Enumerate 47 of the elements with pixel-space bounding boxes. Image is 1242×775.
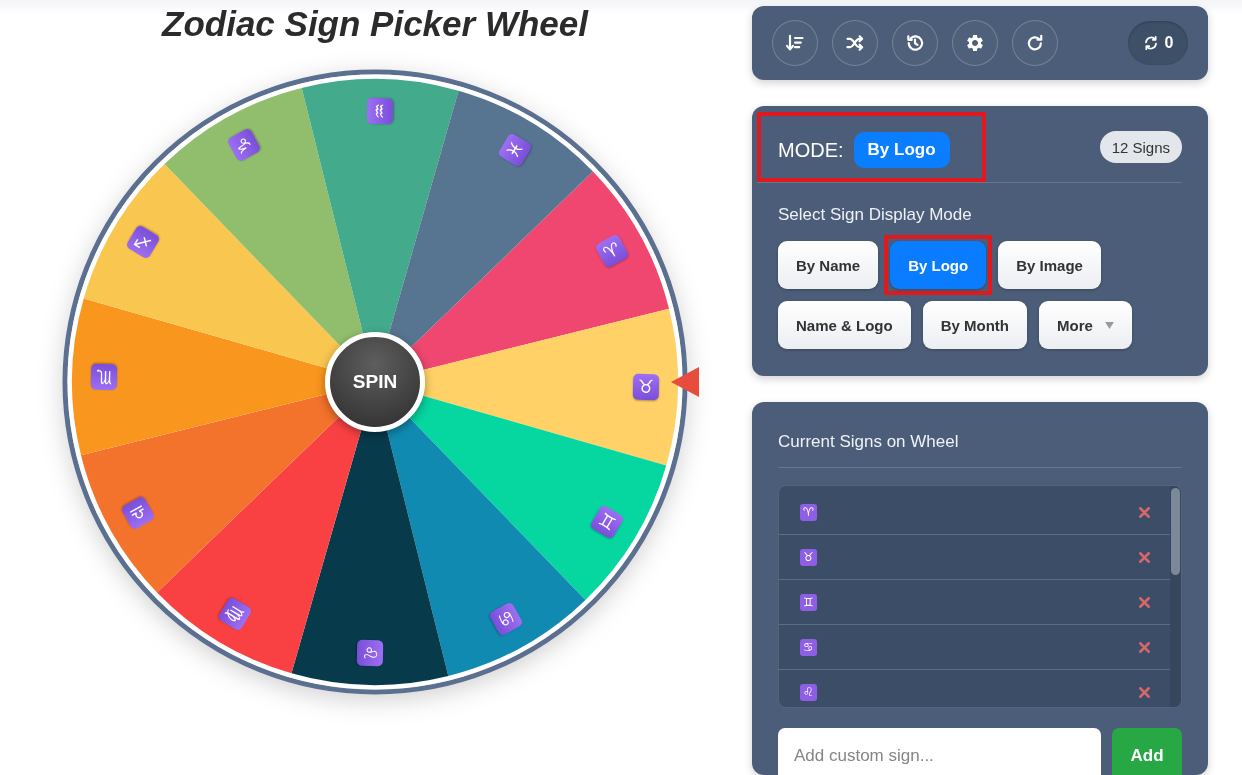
sort-button[interactable] [772, 20, 818, 66]
settings-icon [965, 33, 985, 53]
pointer-icon [671, 367, 699, 397]
mode-option-button[interactable]: By Name [778, 241, 879, 289]
caret-icon [1104, 321, 1114, 329]
mode-option-button[interactable]: By Logo [890, 241, 987, 289]
cross-icon [1139, 551, 1150, 563]
mode-label: MODE: [778, 138, 844, 162]
remove-button[interactable] [1139, 641, 1150, 653]
sign-symbol: ♈ [800, 503, 817, 521]
settings-button[interactable] [952, 20, 998, 66]
redo-button[interactable] [1012, 20, 1058, 66]
sign-symbol: ♌ [800, 683, 817, 701]
section-heading: Select Sign Display Mode [778, 205, 973, 225]
cross-icon [1139, 596, 1150, 608]
cross-icon [1139, 686, 1150, 698]
sync-icon [1142, 35, 1159, 51]
section-heading: Current Signs on Wheel [778, 432, 1182, 468]
remove-button[interactable] [1139, 596, 1150, 608]
mode-option-button[interactable]: By Month [922, 301, 1027, 349]
spin-count: 0 [1164, 34, 1174, 52]
dropdown-button[interactable]: More [1039, 301, 1132, 349]
shuffle-button[interactable] [832, 20, 878, 66]
shuffle-icon [845, 33, 865, 53]
remove-button[interactable] [1139, 551, 1150, 563]
custom-sign-input[interactable]: Add custom sign... [778, 728, 1101, 775]
sign-symbol: ♌ [357, 639, 384, 667]
sign-symbol: ♏ [90, 364, 118, 391]
remove-button[interactable] [1139, 686, 1150, 698]
page-title: Zodiac Sign Picker Wheel [162, 4, 588, 44]
mode-option-button[interactable]: By Image [998, 241, 1101, 289]
sign-symbol: ♉ [632, 373, 660, 400]
sign-symbol: ♋ [800, 638, 817, 656]
redo-icon [1025, 33, 1045, 53]
mode-badge: By Logo [853, 132, 950, 168]
sort-icon [785, 33, 805, 53]
history-icon [905, 33, 925, 53]
sign-symbol: ♉ [800, 548, 817, 566]
sign-symbol: ♊ [800, 593, 817, 611]
cross-icon [1139, 506, 1150, 518]
remove-button[interactable] [1139, 506, 1150, 518]
sign-symbol: ♒ [366, 97, 393, 125]
sign-count-badge: 12 Signs [1099, 131, 1182, 163]
mode-option-button[interactable]: Name & Logo [778, 301, 911, 349]
scrollbar-thumb[interactable] [1171, 488, 1180, 575]
history-button[interactable] [892, 20, 938, 66]
cross-icon [1139, 641, 1150, 653]
